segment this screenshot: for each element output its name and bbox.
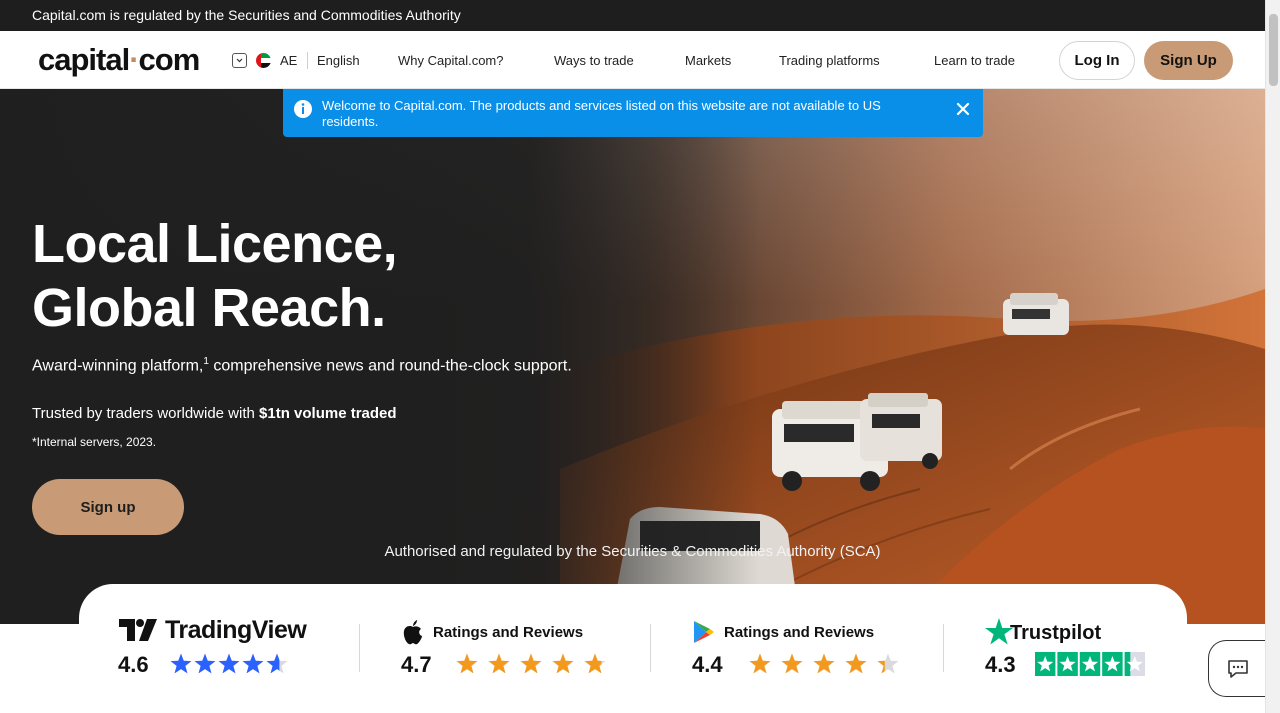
star-icon xyxy=(488,653,510,674)
nav-trading-platforms[interactable]: Trading platforms xyxy=(779,53,880,68)
star-icon xyxy=(520,653,542,674)
apple-icon[interactable] xyxy=(401,620,425,646)
appstore-score: 4.7 xyxy=(401,652,432,677)
star-icon xyxy=(781,653,803,674)
regulation-banner-text: Capital.com is regulated by the Securiti… xyxy=(32,7,461,23)
login-button[interactable]: Log In xyxy=(1059,41,1135,80)
volume-statement: Trusted by traders worldwide with $1tn v… xyxy=(32,405,397,422)
regulation-banner: Capital.com is regulated by the Securiti… xyxy=(0,0,1265,31)
star-icon xyxy=(813,653,835,674)
nav-learn-to-trade[interactable]: Learn to trade xyxy=(934,53,1015,68)
appstore-label: Ratings and Reviews xyxy=(433,624,584,641)
googleplay-label: Ratings and Reviews xyxy=(724,624,875,641)
nav-markets[interactable]: Markets xyxy=(685,53,731,68)
scrollbar-thumb[interactable] xyxy=(1269,14,1278,86)
nav-why-capital[interactable]: Why Capital.com? xyxy=(398,53,503,68)
star-icon xyxy=(242,653,264,674)
trustpilot-name: Trustpilot xyxy=(1010,622,1102,644)
country-code[interactable]: AE xyxy=(280,53,297,68)
nav-ways-to-trade[interactable]: Ways to trade xyxy=(554,53,634,68)
star-icon xyxy=(552,653,574,674)
rating-divider xyxy=(943,624,944,672)
star-icon xyxy=(456,653,478,674)
googleplay-stars xyxy=(749,653,899,674)
appstore-stars xyxy=(456,653,606,674)
info-icon xyxy=(294,100,312,118)
us-residents-notice: Welcome to Capital.com. The products and… xyxy=(283,89,983,137)
tradingview-stars xyxy=(170,653,288,674)
chat-bubble-icon xyxy=(1228,660,1248,678)
googleplay-score: 4.4 xyxy=(692,652,723,677)
google-play-icon[interactable] xyxy=(693,620,715,644)
rating-divider xyxy=(650,624,651,672)
language-selector[interactable]: English xyxy=(317,53,360,68)
trustpilot-stars xyxy=(1035,652,1145,676)
regulation-statement: Authorised and regulated by the Securiti… xyxy=(384,543,881,560)
tradingview-logo-icon[interactable] xyxy=(119,619,157,641)
notice-text: Welcome to Capital.com. The products and… xyxy=(322,98,881,129)
close-icon[interactable] xyxy=(956,102,970,116)
page-scrollbar[interactable] xyxy=(1265,0,1280,713)
tradingview-score: 4.6 xyxy=(118,652,149,677)
uae-flag-icon[interactable] xyxy=(256,53,271,68)
hero-footnote: *Internal servers, 2023. xyxy=(32,435,157,449)
star-icon xyxy=(749,653,771,674)
ratings-bar: TradingView 4.6 Ratings and Reviews 4.7 … xyxy=(79,584,1187,713)
site-header: capital·com AE English Why Capital.com? … xyxy=(0,31,1265,89)
capital-logo[interactable]: capital·com xyxy=(38,42,200,78)
tradingview-name: TradingView xyxy=(165,616,307,644)
chat-button[interactable] xyxy=(1208,640,1268,697)
star-icon xyxy=(218,653,240,674)
signup-button[interactable]: Sign Up xyxy=(1144,41,1233,80)
rating-divider xyxy=(359,624,360,672)
star-icon xyxy=(170,653,192,674)
trustpilot-score: 4.3 xyxy=(985,652,1016,677)
hero-title: Local Licence, Global Reach. xyxy=(32,214,398,338)
trustpilot-star-icon[interactable] xyxy=(985,618,1013,645)
hero-subtitle: Award-winning platform,1 comprehensive n… xyxy=(32,356,572,375)
star-icon xyxy=(845,653,867,674)
star-icon xyxy=(194,653,216,674)
chevron-down-icon[interactable] xyxy=(232,53,247,68)
language-divider xyxy=(307,52,308,69)
hero-signup-button[interactable]: Sign up xyxy=(32,479,184,535)
